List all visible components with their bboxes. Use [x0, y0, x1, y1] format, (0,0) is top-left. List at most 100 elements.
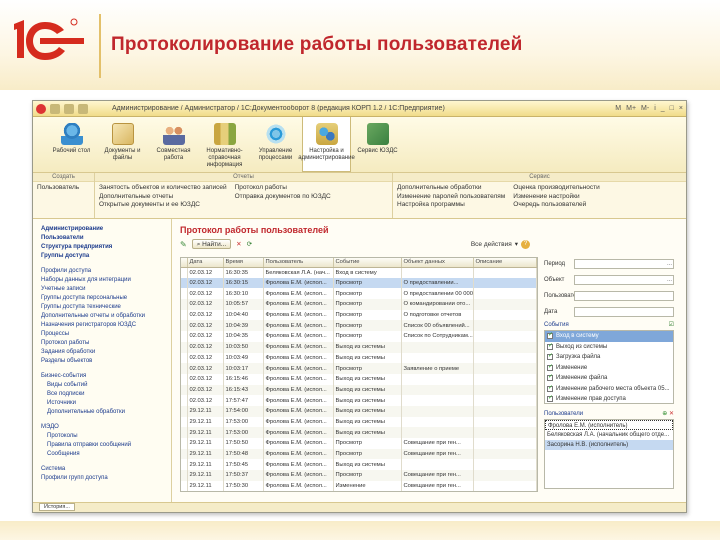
maximize-button[interactable]: □ — [670, 105, 674, 112]
nav-item[interactable]: Дополнительные отчеты и обработки — [41, 312, 171, 321]
nav-item[interactable]: Учетные записи — [41, 285, 171, 294]
table-row[interactable]: 02.03.12 10:03:50 Фролова Е.М. (испол... Вы… — [181, 341, 537, 353]
refresh-icon[interactable]: ⟳ — [247, 240, 252, 248]
user-input[interactable] — [574, 291, 674, 301]
list-item[interactable]: Засорина Н.В. (исполнитель) — [545, 440, 673, 450]
list-item[interactable]: Беляковская Л.А. (начальник общего отде.… — [545, 430, 673, 440]
find-button[interactable]: ⌕ Найти... — [191, 239, 232, 249]
nav-subitem[interactable]: Профили групп доступа — [41, 474, 171, 483]
section-collaboration[interactable]: Совместная работа — [149, 117, 198, 162]
nav-subitem[interactable]: Правила отправки сообщений — [41, 441, 171, 450]
table-row[interactable]: 29.12.11 17:50:37 Фролова Е.М. (испол... Пр… — [181, 470, 537, 481]
event-item[interactable]: Изменение прав доступа — [545, 394, 673, 405]
table-row[interactable]: 29.12.11 17:53:00 Фролова Е.М. (испол... Вы… — [181, 416, 537, 428]
add-icon[interactable]: ⊕ — [662, 411, 667, 417]
nav-subitem[interactable]: Все подписки — [41, 390, 171, 399]
column-header[interactable]: Пользователь — [263, 258, 334, 268]
column-header[interactable]: Событие — [333, 258, 402, 268]
event-checkbox[interactable] — [547, 373, 553, 382]
table-row[interactable]: 02.03.12 10:04:39 Фролова Е.М. (испол... Пр… — [181, 320, 537, 332]
home-icon[interactable] — [78, 103, 88, 114]
close-button[interactable]: × — [679, 105, 683, 112]
nav-item[interactable]: Группы доступа технические — [41, 303, 171, 312]
table-row[interactable]: 02.03.12 16:15:46 Фролова Е.М. (испол... Вы… — [181, 373, 537, 385]
nav-item[interactable]: Наборы данных для интеграции — [41, 276, 171, 285]
table-row[interactable]: 02.03.12 10:03:49 Фролова Е.М. (испол... Вы… — [181, 352, 537, 364]
column-header[interactable]: Объект данных — [401, 258, 474, 268]
nav-subitem[interactable]: Сообщения — [41, 450, 171, 459]
nav-link-administration[interactable]: Администрирование — [41, 225, 171, 234]
event-checkbox[interactable] — [547, 363, 553, 371]
nav-item[interactable]: Задания обработки — [41, 348, 171, 357]
panel-link-program-settings[interactable]: Настройка программы — [397, 201, 505, 210]
section-documents[interactable]: Документы и файлы — [98, 117, 147, 162]
event-checkbox[interactable] — [547, 342, 553, 350]
section-settings[interactable]: Настройка и администрирование — [298, 117, 355, 172]
event-checkbox[interactable] — [547, 384, 553, 392]
panel-link-open-documents[interactable]: Открытые документы и ее ЮЗДС — [99, 201, 227, 210]
nav-link-access-groups[interactable]: Группы доступа — [41, 252, 171, 261]
nav-item[interactable]: Профили доступа — [41, 267, 171, 276]
panel-link-user[interactable]: Пользователь — [37, 184, 79, 193]
list-item[interactable]: Фролова Е.М. (исполнитель) — [545, 420, 673, 430]
table-row[interactable]: 29.12.11 17:53:00 Фролова Е.М. (испол... Вы… — [181, 427, 537, 438]
table-row[interactable]: 29.12.11 17:54:00 Фролова Е.М. (испол... Вы… — [181, 405, 537, 417]
panel-link-user-queue[interactable]: Очередь пользователей — [513, 201, 600, 210]
panel-link-occupancy[interactable]: Занятость объектов и количество записей — [99, 184, 227, 193]
memory-add-button[interactable]: M+ — [626, 105, 636, 112]
nav-group-business-events[interactable]: Бизнес-события — [41, 372, 171, 381]
period-input[interactable]: ... — [574, 259, 674, 269]
event-checkbox[interactable] — [547, 394, 553, 403]
event-item[interactable]: Загрузка файла — [545, 352, 673, 363]
nav-item[interactable]: Процессы — [41, 330, 171, 339]
panel-link-extra-processing[interactable]: Дополнительные обработки — [397, 184, 505, 193]
back-icon[interactable] — [50, 103, 60, 114]
section-service[interactable]: Сервис ЮЗДС — [353, 117, 402, 155]
minimize-button[interactable]: _ — [661, 105, 665, 112]
panel-link-work-log[interactable]: Протокол работы — [235, 184, 331, 193]
nav-item[interactable]: Группы доступа персональные — [41, 294, 171, 303]
table-row[interactable]: 02.03.12 10:03:17 Фролова Е.М. (испол... Пр… — [181, 363, 537, 374]
table-row[interactable]: 02.03.12 16:30:15 Фролова Е.М. (испол... Пр… — [181, 277, 537, 289]
panel-link-change-passwords[interactable]: Изменение паролей пользователям — [397, 193, 505, 202]
table-row[interactable]: 02.03.12 16:30:35 Беляковская Л.А. (нач...… — [181, 267, 537, 278]
nav-item[interactable]: Протокол работы — [41, 339, 171, 348]
panel-link-extra-reports[interactable]: Дополнительные отчеты — [99, 193, 227, 202]
table-row[interactable]: 02.03.12 10:04:35 Фролова Е.М. (испол... Пр… — [181, 331, 537, 342]
event-item[interactable]: Изменение рабочего места объекта 05... — [545, 384, 673, 395]
event-checkbox[interactable] — [547, 331, 553, 340]
event-item[interactable]: Вход в систему — [545, 331, 673, 342]
section-desktop[interactable]: Рабочий стол — [47, 117, 96, 155]
pencil-icon[interactable]: ✎ — [180, 240, 187, 249]
table-row[interactable]: 02.03.12 17:57:47 Фролова Е.М. (испол... Вы… — [181, 395, 537, 406]
table-row[interactable]: 29.12.11 17:50:50 Фролова Е.М. (испол... Пр… — [181, 438, 537, 449]
all-actions-menu[interactable]: Все действия ▾ ? — [471, 239, 530, 249]
nav-group-medo[interactable]: МЭДО — [41, 423, 171, 432]
nav-item[interactable]: Назначения регистраторов ЮЗДС — [41, 321, 171, 330]
delete-icon[interactable]: ✕ — [669, 411, 674, 417]
nav-subitem[interactable]: Источники — [41, 399, 171, 408]
nav-group-system[interactable]: Система — [41, 465, 171, 474]
event-item[interactable]: Выход из системы — [545, 342, 673, 353]
table-row[interactable]: 02.03.12 16:30:10 Фролова Е.М. (испол... Пр… — [181, 288, 537, 300]
table-row[interactable]: 29.12.11 17:50:30 Фролова Е.М. (испол... Из… — [181, 480, 537, 492]
nav-subitem[interactable]: Протоколы — [41, 432, 171, 441]
nav-subitem[interactable]: Виды событий — [41, 381, 171, 390]
nav-link-users[interactable]: Пользователи — [41, 234, 171, 243]
nav-subitem[interactable]: Дополнительные обработки — [41, 408, 171, 417]
nav-link-structure[interactable]: Структура предприятия — [41, 243, 171, 252]
memory-subtract-button[interactable]: M- — [641, 105, 649, 112]
event-item[interactable]: Изменение — [545, 363, 673, 374]
column-header[interactable]: Время — [223, 258, 264, 268]
section-reference[interactable]: Нормативно-справочная информация — [200, 117, 249, 169]
table-row[interactable]: 02.03.12 16:15:43 Фролова Е.М. (испол... Вы… — [181, 384, 537, 396]
info-button[interactable]: i — [654, 105, 656, 112]
panel-link-send-documents[interactable]: Отправка документов по ЮЗДС — [235, 193, 331, 202]
nav-item[interactable]: Разделы объектов — [41, 357, 171, 366]
event-checkbox[interactable] — [547, 352, 553, 361]
memory-button[interactable]: M — [615, 105, 621, 112]
clear-icon[interactable]: ✕ — [236, 240, 241, 248]
history-button[interactable]: История... — [39, 503, 75, 511]
panel-link-performance[interactable]: Оценка производительности — [513, 184, 600, 193]
table-row[interactable]: 02.03.12 10:04:40 Фролова Е.М. (испол... Пр… — [181, 309, 537, 321]
